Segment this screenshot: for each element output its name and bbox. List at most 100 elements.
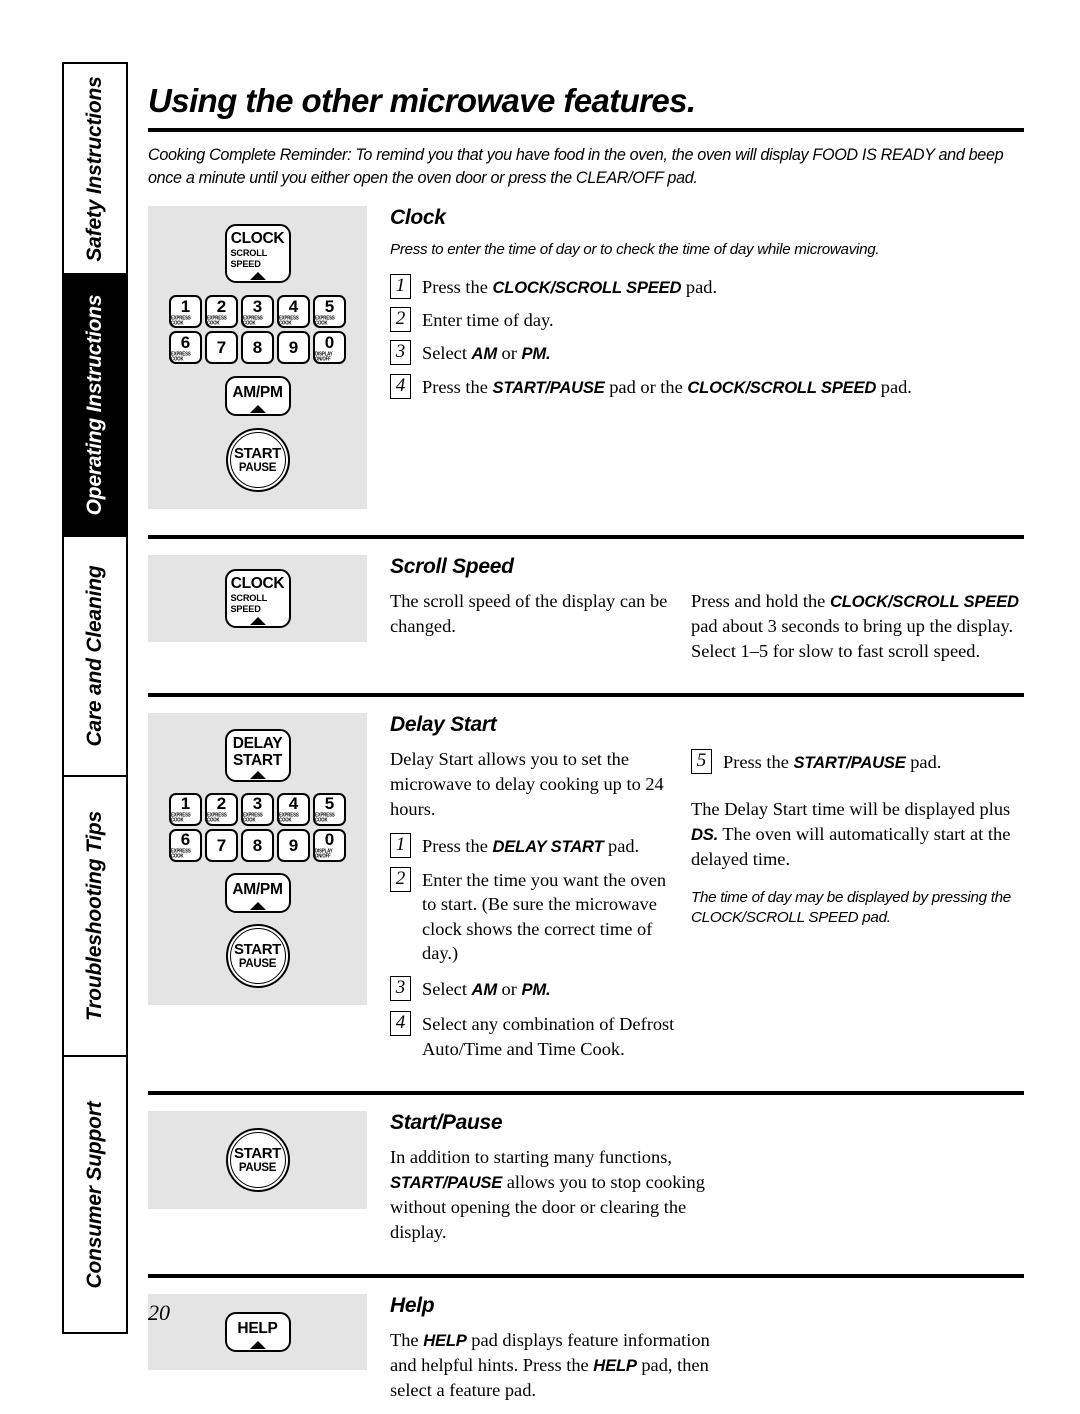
- key-3[interactable]: 3 EXPRESS COOK: [241, 295, 274, 329]
- scroll-speed-left-text-col: The scroll speed of the display can be c…: [390, 589, 683, 650]
- key-7[interactable]: 7: [205, 828, 238, 862]
- section-heading-delay-start: Delay Start: [390, 713, 497, 737]
- step-number: 5: [691, 749, 712, 775]
- key-digit: 0: [324, 332, 335, 352]
- key-8[interactable]: 8: [241, 828, 274, 862]
- section-divider-4: [148, 1274, 1024, 1279]
- pad-label-primary: DELAY: [232, 735, 283, 753]
- key-3[interactable]: 3 EXPRESS COOK: [241, 792, 274, 826]
- start-pause-pad[interactable]: START PAUSE: [225, 428, 290, 493]
- key-9[interactable]: 9: [277, 828, 310, 862]
- key-sublabel: EXPRESS COOK: [279, 812, 299, 824]
- key-6[interactable]: 6 EXPRESS COOK: [169, 331, 202, 365]
- key-sublabel: EXPRESS COOK: [207, 812, 227, 824]
- section-heading-scroll-speed: Scroll Speed: [390, 555, 514, 579]
- key-digit: 3: [252, 296, 263, 316]
- start-pause-pad-panel: START PAUSE: [148, 1111, 367, 1210]
- sidebar-tab-operating-instructions[interactable]: Operating Instructions: [62, 275, 128, 537]
- key-0[interactable]: 0 DISPLAY ON/OFF: [313, 331, 346, 365]
- key-1[interactable]: 1 EXPRESS COOK: [169, 295, 202, 329]
- section-divider-2: [148, 693, 1024, 698]
- key-digit: 7: [216, 338, 227, 358]
- step-text: Press the CLOCK/SCROLL SPEED pad.: [422, 276, 718, 297]
- keypad-row-2: 6 EXPRESS COOK 7 8 9 0 DISPLAY ON/OFF: [169, 828, 346, 862]
- key-1[interactable]: 1 EXPRESS COOK: [169, 792, 202, 826]
- start-pause-pad[interactable]: START PAUSE: [225, 1128, 290, 1193]
- help-pad-panel: HELP: [148, 1294, 367, 1371]
- sidebar-tab-label: Consumer Support: [83, 1101, 106, 1288]
- help-pad[interactable]: HELP: [224, 1312, 291, 1353]
- delay-start-left-col: Delay Start allows you to set the microw…: [390, 747, 683, 1069]
- key-2[interactable]: 2 EXPRESS COOK: [205, 792, 238, 826]
- am-pm-pad[interactable]: AM/PM: [224, 376, 291, 417]
- step-text: Press the START/PAUSE pad or the CLOCK/S…: [422, 376, 912, 397]
- section-clock: CLOCK SCROLL SPEED 1 EXPRESS COOK 2 EXPR…: [148, 205, 1024, 510]
- key-7[interactable]: 7: [205, 331, 238, 365]
- key-digit: 5: [324, 794, 335, 814]
- key-sublabel: DISPLAY ON/OFF: [315, 848, 333, 860]
- section-heading-start-pause: Start/Pause: [390, 1111, 503, 1135]
- start-pause-pad[interactable]: START PAUSE: [225, 923, 290, 988]
- key-sublabel: EXPRESS COOK: [171, 350, 191, 363]
- key-digit: 9: [288, 338, 299, 358]
- key-5[interactable]: 5 EXPRESS COOK: [313, 295, 346, 329]
- key-6[interactable]: 6 EXPRESS COOK: [169, 828, 202, 862]
- key-digit: 1: [180, 296, 191, 316]
- step-text: Enter time of day.: [422, 309, 554, 330]
- key-digit: 6: [180, 830, 191, 850]
- triangle-up-icon: [249, 1341, 266, 1350]
- key-digit: 2: [216, 296, 227, 316]
- delay-start-intro: Delay Start allows you to set the microw…: [390, 749, 664, 820]
- delay-start-keypad-panel: DELAY START 1 EXPRESS COOK 2 EXPRESS COO…: [148, 713, 367, 1005]
- clock-scroll-speed-pad[interactable]: CLOCK SCROLL SPEED: [224, 223, 291, 284]
- key-2[interactable]: 2 EXPRESS COOK: [205, 295, 238, 329]
- pad-label-primary: HELP: [237, 1320, 278, 1338]
- key-8[interactable]: 8: [241, 331, 274, 365]
- section-divider-3: [148, 1091, 1024, 1096]
- delay-start-right-col: 5 Press the START/PAUSE pad. The Delay S…: [683, 747, 1024, 942]
- help-text-column: Help The HELP pad displays feature infor…: [367, 1294, 1024, 1414]
- scroll-speed-instructions: Press and hold the CLOCK/SCROLL SPEED pa…: [691, 591, 1019, 662]
- sidebar-tab-troubleshooting-tips[interactable]: Troubleshooting Tips: [62, 777, 128, 1057]
- clock-keypad-panel: CLOCK SCROLL SPEED 1 EXPRESS COOK 2 EXPR…: [148, 205, 367, 510]
- pad-label-primary: AM/PM: [232, 880, 283, 898]
- delay-start-panel-column: DELAY START 1 EXPRESS COOK 2 EXPRESS COO…: [148, 713, 367, 1005]
- section-divider-1: [148, 535, 1024, 540]
- key-sublabel: EXPRESS COOK: [171, 848, 191, 860]
- sidebar-tab-care-and-cleaning[interactable]: Care and Cleaning: [62, 537, 128, 777]
- key-sublabel: DISPLAY ON/OFF: [315, 350, 333, 363]
- delay-start-pad[interactable]: DELAY START: [224, 729, 291, 782]
- sidebar-tab-safety-instructions[interactable]: Safety Instructions: [62, 62, 128, 275]
- number-keypad: 1 EXPRESS COOK 2 EXPRESS COOK 3 EXPRESS …: [169, 295, 346, 365]
- key-digit: 4: [288, 794, 299, 814]
- sidebar-tab-label: Troubleshooting Tips: [83, 811, 106, 1021]
- triangle-up-icon: [249, 617, 266, 626]
- step-number: 4: [390, 1011, 411, 1037]
- start-pause-panel-column: START PAUSE: [148, 1111, 367, 1210]
- key-9[interactable]: 9: [277, 331, 310, 365]
- pad-label-secondary: PAUSE: [238, 461, 277, 474]
- am-pm-pad[interactable]: AM/PM: [224, 872, 291, 913]
- section-start-pause: START PAUSE Start/Pause In addition to s…: [148, 1111, 1024, 1256]
- help-panel-column: HELP: [148, 1294, 367, 1371]
- step-number: 1: [390, 833, 411, 859]
- delay-start-step-3: 3 Select AM or PM.: [390, 975, 683, 1001]
- step-number: 3: [390, 340, 411, 366]
- key-sublabel: EXPRESS COOK: [315, 812, 335, 824]
- pad-label-secondary: PAUSE: [238, 1161, 277, 1174]
- key-0[interactable]: 0 DISPLAY ON/OFF: [313, 828, 346, 862]
- section-scroll-speed: CLOCK SCROLL SPEED Scroll Speed The scro…: [148, 555, 1024, 675]
- step-text: Select AM or PM.: [422, 343, 551, 364]
- sidebar-tab-consumer-support[interactable]: Consumer Support: [62, 1057, 128, 1334]
- key-sublabel: EXPRESS COOK: [243, 812, 263, 824]
- key-4[interactable]: 4 EXPRESS COOK: [277, 295, 310, 329]
- pad-label-primary: START: [234, 1144, 281, 1162]
- clock-step-4: 4 Press the START/PAUSE pad or the CLOCK…: [390, 373, 1024, 399]
- key-4[interactable]: 4 EXPRESS COOK: [277, 792, 310, 826]
- scroll-speed-pad-panel: CLOCK SCROLL SPEED: [148, 555, 367, 643]
- key-5[interactable]: 5 EXPRESS COOK: [313, 792, 346, 826]
- scroll-speed-right-text-col: Press and hold the CLOCK/SCROLL SPEED pa…: [683, 589, 1024, 675]
- section-delay-start: DELAY START 1 EXPRESS COOK 2 EXPRESS COO…: [148, 713, 1024, 1069]
- clock-scroll-speed-pad[interactable]: CLOCK SCROLL SPEED: [224, 569, 291, 629]
- pad-label-primary: START: [234, 940, 281, 958]
